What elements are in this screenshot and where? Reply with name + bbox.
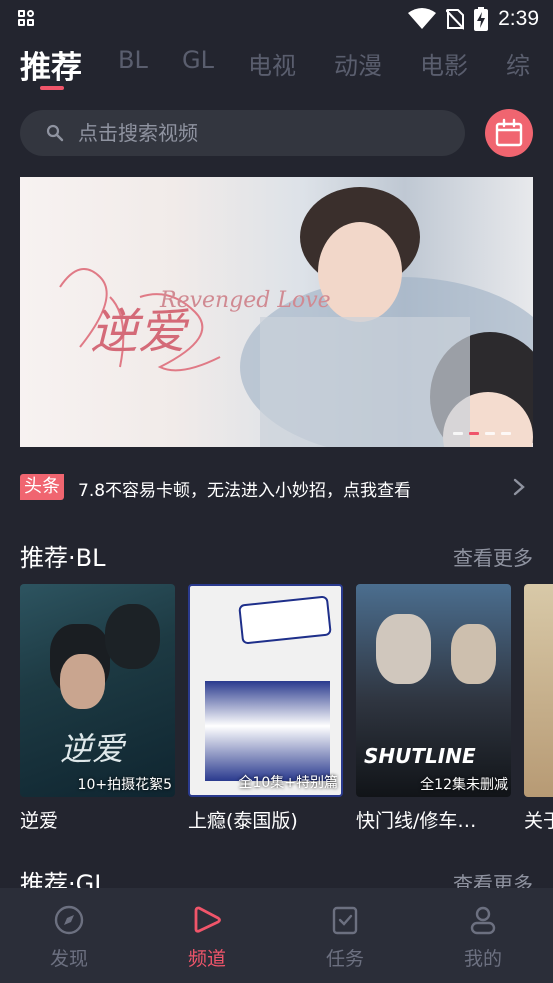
nav-label: 我的 (463, 948, 502, 970)
nav-channel[interactable]: 频道 (167, 904, 247, 971)
nav-label: 任务 (325, 948, 364, 970)
calendar-button[interactable] (485, 109, 533, 157)
section-header-bl: 推荐·BL 查看更多 (20, 538, 533, 572)
headline-notice[interactable]: 头条 7.8不容易卡顿，无法进入小妙招，点我查看 (20, 470, 533, 506)
compass-icon (54, 905, 84, 935)
poster-image: 全10集+特别篇 (188, 584, 343, 797)
chevron-right-icon (513, 478, 525, 496)
tab-gl[interactable]: GL (182, 46, 214, 74)
card-title: 上瘾(泰国版) (188, 810, 298, 832)
notification-grid-icon (18, 10, 36, 26)
nav-tasks[interactable]: 任务 (305, 904, 385, 971)
poster-title: 逆爱 (60, 730, 125, 768)
card-title: 快门线/修车… (356, 810, 477, 832)
bl-card-row: 逆爱 10+拍摄花絮5 逆爱 全10集+特别篇 上瘾(泰国版) SHUTLINE… (20, 584, 553, 834)
episode-tag: 10+拍摄花絮5 (77, 777, 172, 793)
poster-logo: SHUTLINE (364, 744, 476, 768)
search-bar[interactable] (20, 110, 465, 156)
video-card[interactable]: 全10集+特别篇 上瘾(泰国版) (188, 584, 343, 832)
battery-charging-icon (474, 7, 489, 31)
see-more-link[interactable]: 查看更多 (453, 542, 533, 571)
poster-image: SHUTLINE 全12集未删减 (356, 584, 511, 797)
status-time: 2:39 (498, 7, 539, 30)
search-icon (46, 124, 64, 142)
video-card[interactable]: 关于 (524, 584, 553, 832)
tab-bl[interactable]: BL (118, 46, 148, 74)
poster-image (524, 584, 553, 797)
poster-image: 逆爱 10+拍摄花絮5 (20, 584, 175, 797)
tab-variety[interactable]: 综 (506, 46, 530, 81)
status-bar: 2:39 (0, 0, 553, 38)
banner-pagination (453, 432, 511, 435)
tab-tv[interactable]: 电视 (248, 46, 296, 81)
video-card[interactable]: 逆爱 10+拍摄花絮5 逆爱 (20, 584, 175, 832)
search-input[interactable] (78, 116, 438, 150)
tab-anime[interactable]: 动漫 (334, 46, 382, 81)
active-tab-indicator (40, 86, 64, 90)
tab-recommend[interactable]: 推荐 (20, 42, 82, 87)
category-tabs: 推荐 BL GL 电视 动漫 电影 综 (0, 40, 553, 94)
user-icon (470, 906, 496, 935)
headline-tag: 头条 (20, 474, 64, 500)
calendar-icon (495, 118, 523, 147)
wifi-icon (408, 8, 437, 29)
card-title: 逆爱 (20, 810, 59, 832)
tab-movie[interactable]: 电影 (420, 46, 468, 81)
hero-banner[interactable]: Revenged Love 逆爱 (20, 177, 533, 447)
episode-tag: 全12集未删减 (420, 777, 508, 793)
nav-profile[interactable]: 我的 (443, 904, 523, 971)
banner-title: 逆爱 (90, 304, 187, 360)
card-title: 关于 (524, 810, 553, 832)
nav-label: 频道 (187, 948, 226, 970)
section-title: 推荐·BL (20, 544, 106, 572)
nav-discover[interactable]: 发现 (29, 904, 109, 971)
no-sim-icon (446, 9, 465, 30)
task-check-icon (332, 906, 358, 935)
episode-tag: 全10集+特别篇 (238, 775, 338, 791)
nav-label: 发现 (49, 948, 88, 970)
play-icon (194, 906, 221, 933)
bottom-navigation: 发现 频道 任务 我的 (0, 888, 553, 983)
video-card[interactable]: SHUTLINE 全12集未删减 快门线/修车… (356, 584, 511, 832)
headline-text: 7.8不容易卡顿，无法进入小妙招，点我查看 (78, 481, 412, 501)
